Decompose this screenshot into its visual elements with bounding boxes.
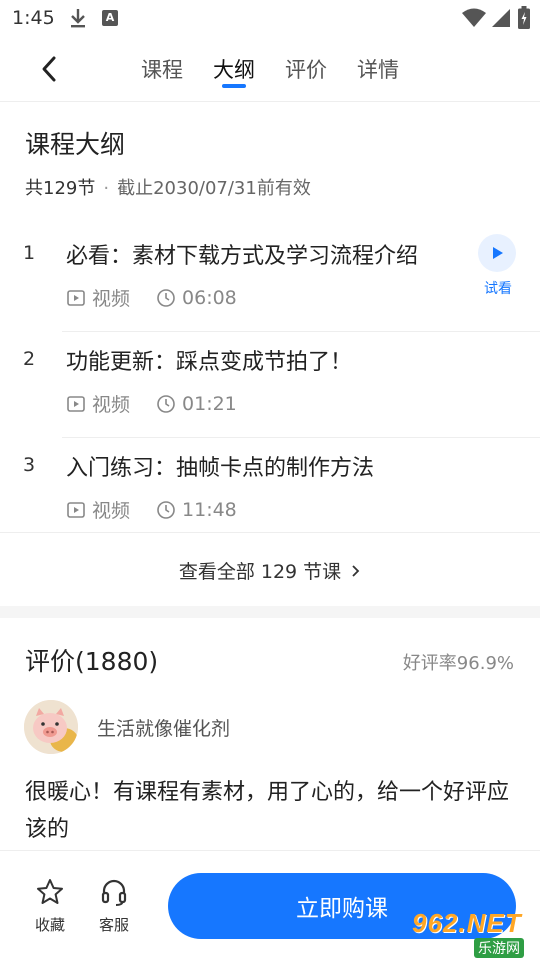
video-icon bbox=[67, 289, 85, 306]
reviews-title: 评价(1880) bbox=[25, 647, 159, 676]
trial-label: 试看 bbox=[484, 281, 512, 297]
lesson-type: 视频 bbox=[92, 288, 131, 310]
top-navigation: 课程 大纲 评价 详情 bbox=[0, 36, 540, 102]
wifi-icon bbox=[462, 8, 486, 27]
lesson-number: 3 bbox=[23, 454, 36, 476]
outline-meta: 共129节 · 截止2030/07/31前有效 bbox=[25, 174, 311, 200]
lesson-title: 必看：素材下载方式及学习流程介绍 bbox=[66, 244, 419, 269]
tab-course[interactable]: 课程 bbox=[141, 54, 183, 84]
site-watermark: 962.NET 乐游网 bbox=[400, 906, 536, 958]
star-icon bbox=[37, 879, 63, 904]
lesson-title: 功能更新：踩点变成节拍了！ bbox=[66, 350, 353, 375]
lesson-item[interactable]: 2 功能更新：踩点变成节拍了！ 视频 01:21 bbox=[0, 332, 540, 438]
lesson-item[interactable]: 3 入门练习：抽帧卡点的制作方法 视频 11:48 bbox=[0, 438, 540, 544]
chevron-right-icon bbox=[352, 564, 360, 577]
lesson-type: 视频 bbox=[92, 394, 131, 416]
signal-icon bbox=[492, 9, 510, 27]
chevron-left-icon bbox=[42, 56, 56, 82]
lesson-item[interactable]: 1 必看：素材下载方式及学习流程介绍 视频 06:08 试看 bbox=[0, 226, 540, 332]
avatar bbox=[24, 700, 78, 754]
battery-icon bbox=[518, 6, 530, 29]
tab-details[interactable]: 详情 bbox=[357, 54, 399, 84]
view-all-label: 查看全部 129 节课 bbox=[178, 561, 342, 583]
clock-icon bbox=[157, 500, 175, 519]
active-tab-indicator bbox=[222, 84, 246, 88]
good-rating-rate: 好评率96.9% bbox=[402, 653, 514, 674]
lesson-meta: 视频 11:48 bbox=[66, 496, 237, 523]
video-icon bbox=[67, 501, 85, 518]
notification-app-icon: A bbox=[102, 10, 118, 26]
play-circle bbox=[478, 234, 516, 272]
review-text: 很暖心！有课程有素材，用了心的，给一个好评应该的 bbox=[25, 780, 510, 842]
video-icon bbox=[67, 395, 85, 412]
watermark-subtext: 乐游网 bbox=[474, 938, 524, 958]
status-bar: 1:45 A bbox=[0, 0, 540, 36]
expiry-date: 截止2030/07/31前有效 bbox=[117, 178, 311, 199]
status-time: 1:45 bbox=[12, 7, 55, 29]
lesson-count: 共129节 bbox=[25, 178, 96, 199]
lesson-duration: 11:48 bbox=[182, 498, 237, 521]
clock-icon bbox=[157, 394, 175, 413]
view-all-lessons-button[interactable]: 查看全部 129 节课 bbox=[0, 532, 540, 608]
lesson-type: 视频 bbox=[92, 500, 131, 522]
tab-outline[interactable]: 大纲 bbox=[213, 54, 255, 84]
lesson-title: 入门练习：抽帧卡点的制作方法 bbox=[66, 456, 375, 481]
tab-reviews[interactable]: 评价 bbox=[285, 54, 327, 84]
section-separator bbox=[0, 606, 540, 618]
lesson-meta: 视频 06:08 bbox=[66, 284, 237, 311]
lesson-number: 2 bbox=[23, 348, 36, 370]
watermark-text: 962.NET bbox=[412, 908, 522, 938]
lesson-number: 1 bbox=[23, 242, 36, 264]
favorite-button[interactable]: 收藏 bbox=[25, 877, 75, 935]
customer-service-button[interactable]: 客服 bbox=[89, 877, 139, 935]
service-label: 客服 bbox=[98, 916, 129, 934]
download-icon bbox=[71, 9, 85, 28]
lesson-duration: 01:21 bbox=[182, 392, 237, 415]
pig-avatar-image bbox=[24, 700, 78, 754]
favorite-label: 收藏 bbox=[34, 916, 65, 934]
play-icon bbox=[493, 247, 503, 259]
headset-icon bbox=[101, 879, 127, 906]
trial-play-button[interactable]: 试看 bbox=[478, 234, 518, 297]
clock-icon bbox=[157, 288, 175, 307]
reviewer-name: 生活就像催化剂 bbox=[97, 718, 231, 740]
lesson-meta: 视频 01:21 bbox=[66, 390, 237, 417]
outline-title: 课程大纲 bbox=[25, 130, 126, 159]
back-button[interactable] bbox=[32, 52, 66, 86]
meta-separator: · bbox=[103, 178, 110, 199]
lesson-duration: 06:08 bbox=[182, 286, 237, 309]
